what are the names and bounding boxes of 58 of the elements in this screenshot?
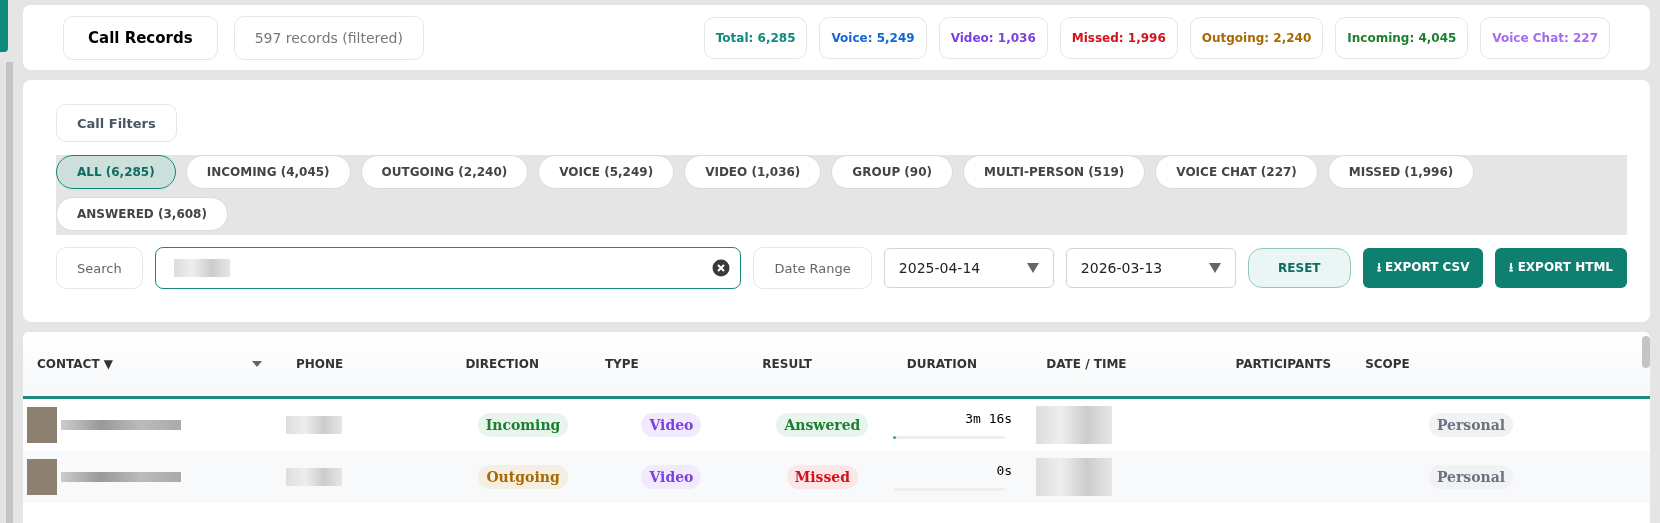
filter-chip[interactable]: VOICE (5,249) xyxy=(538,155,675,189)
page-title: Call Records xyxy=(63,15,218,60)
redacted-text xyxy=(173,259,230,277)
filter-chip[interactable]: MISSED (1,996) xyxy=(1327,155,1475,189)
filter-chip[interactable]: ALL (6,285) xyxy=(56,155,176,189)
record-count: 597 records (filtered) xyxy=(233,15,424,60)
column-header[interactable]: DIRECTION xyxy=(465,357,539,371)
column-header[interactable]: DURATION xyxy=(906,357,977,371)
export-button[interactable]: ⭳ EXPORT HTML xyxy=(1495,248,1627,288)
column-header[interactable]: PARTICIPANTS xyxy=(1235,357,1332,371)
duration-text: 3m 16s xyxy=(964,411,1013,426)
stat-badge: Outgoing: 2,240 xyxy=(1189,16,1324,59)
scrollbar[interactable] xyxy=(6,62,13,523)
stat-badge: Video: 1,036 xyxy=(938,16,1048,59)
stat-badge: Total: 6,285 xyxy=(703,16,808,59)
column-header[interactable]: PHONE xyxy=(296,357,344,371)
status-badge: Outgoing xyxy=(478,465,568,489)
column-header[interactable]: RESULT xyxy=(762,357,812,371)
column-header[interactable]: DATE / TIME xyxy=(1046,357,1127,371)
reset-button[interactable]: RESET xyxy=(1247,248,1351,288)
caret-icon xyxy=(1026,263,1039,273)
scope-badge: Personal xyxy=(1428,413,1514,437)
filter-chip[interactable]: MULTI-PERSON (519) xyxy=(963,155,1146,189)
date-range-label: Date Range xyxy=(753,247,872,289)
search-field[interactable] xyxy=(154,247,742,289)
stat-badge: Missed: 1,996 xyxy=(1059,16,1178,59)
dropdown-icon[interactable] xyxy=(252,361,262,367)
status-badge: Video xyxy=(641,465,702,489)
search-label: Search xyxy=(56,247,143,289)
filter-chip[interactable]: VIDEO (1,036) xyxy=(684,155,822,189)
status-badge: Missed xyxy=(786,465,859,489)
filter-chip[interactable]: ANSWERED (3,608) xyxy=(56,197,228,231)
status-badge: Incoming xyxy=(477,413,569,437)
column-header[interactable]: TYPE xyxy=(604,357,639,371)
scrollbar[interactable] xyxy=(1642,336,1650,368)
status-badge: Answered xyxy=(776,413,869,437)
stat-badge: Voice Chat: 227 xyxy=(1480,16,1610,59)
stat-badge: Incoming: 4,045 xyxy=(1335,16,1469,59)
filter-chip[interactable]: VOICE CHAT (227) xyxy=(1155,155,1318,189)
caret-icon xyxy=(1208,263,1221,273)
column-header[interactable]: SCOPE xyxy=(1365,357,1410,371)
clear-icon[interactable] xyxy=(712,259,731,277)
filter-chip[interactable]: INCOMING (4,045) xyxy=(185,155,351,189)
filter-chip[interactable]: OUTGOING (2,240) xyxy=(360,155,529,189)
stat-badge: Voice: 5,249 xyxy=(819,16,927,59)
avatar-placeholder xyxy=(27,459,57,495)
redacted-text xyxy=(286,468,342,486)
start-date-select[interactable]: 2025-04-14 xyxy=(883,248,1054,288)
section-title: Call Filters xyxy=(56,104,177,142)
redacted-text xyxy=(286,416,342,434)
status-badge: Video xyxy=(641,413,702,437)
duration-text: 0s xyxy=(995,463,1013,478)
column-header[interactable]: CONTACT ▼ xyxy=(37,357,113,371)
filter-chip[interactable]: GROUP (90) xyxy=(831,155,954,189)
end-date-select[interactable]: 2026-03-13 xyxy=(1065,248,1236,288)
avatar-placeholder xyxy=(27,407,57,443)
scope-badge: Personal xyxy=(1428,465,1514,489)
export-button[interactable]: ⭳ EXPORT CSV xyxy=(1362,248,1484,288)
